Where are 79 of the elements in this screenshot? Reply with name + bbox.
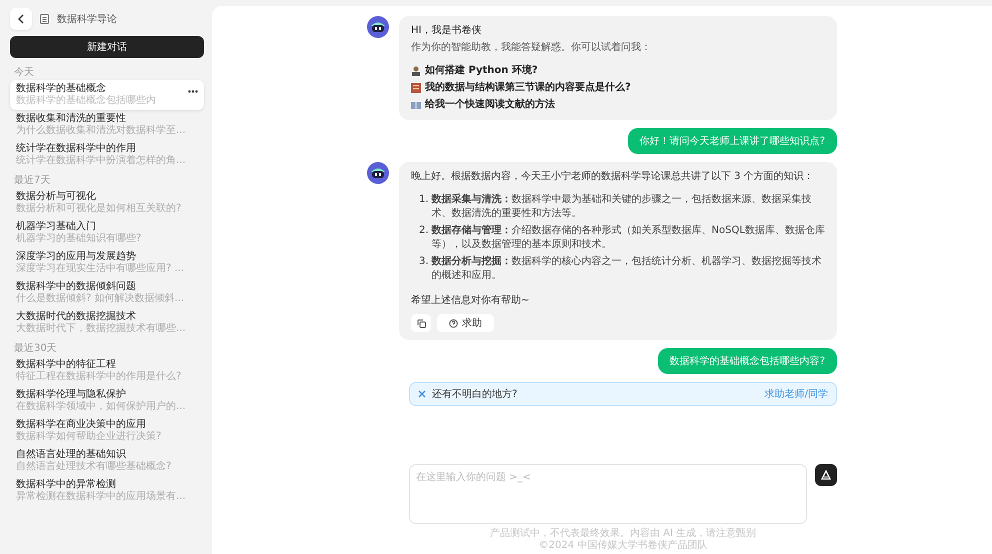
conversation-item[interactable]: 深度学习的应用与发展趋势 深度学习在现实生活中有哪些应用? ...: [10, 248, 204, 278]
closing-text: 希望上述信息对你有帮助~: [411, 294, 530, 308]
list-item-text: 数据分析与挖掘：数据科学的核心内容之一，包括统计分析、机器学习、数据挖掘等技术的概述和应用。: [432, 255, 823, 283]
help-prompt: 还有不明白的地方?: [432, 388, 518, 401]
conversation-preview: 统计学在数据科学中扮演着怎样的角...: [16, 155, 187, 167]
close-icon[interactable]: [418, 390, 426, 398]
help-button[interactable]: 求助: [437, 314, 494, 332]
list-number: 2.: [419, 224, 429, 238]
conversation-preview: 自然语言处理技术有哪些基础概念?: [16, 461, 172, 473]
intro-text: 作为你的智能助教，我能答疑解惑。你可以试着问我：: [411, 41, 652, 55]
answer-intro: 晚上好。根据数据内容，今天王小宁老师的数据科学导论课总共讲了以下 3 个方面的知识：: [411, 170, 815, 184]
conversation-item[interactable]: 数据科学中的数据倾斜问题 什么是数据倾斜? 如何解决数据倾斜...: [10, 278, 204, 308]
footer-note: ©2024 中国传媒大学书卷侠产品团队: [538, 540, 708, 552]
conversation-item[interactable]: 数据科学中的特征工程 特征工程在数据科学中的作用是什么?: [10, 356, 204, 386]
conversation-preview: 异常检测在数据科学中的应用场景有...: [16, 491, 187, 503]
user-message: 你好！请问今天老师上课讲了哪些知识点?: [628, 128, 837, 154]
conversation-item[interactable]: 大数据时代的数据挖掘技术 大数据时代下，数据挖掘技术有哪些...: [10, 308, 204, 338]
conversation-preview: 特征工程在数据科学中的作用是什么?: [16, 371, 182, 383]
conversation-preview: 数据科学如何帮助企业进行决策?: [16, 431, 162, 443]
conversation-item[interactable]: 统计学在数据科学中的作用 统计学在数据科学中扮演着怎样的角...: [10, 140, 204, 170]
conversation-title: 数据科学在商业决策中的应用: [16, 419, 146, 430]
list-item-text: 数据存储与管理：介绍数据存储的各种形式（如关系型数据库、NoSQL数据库、数据仓库等），以及数据管理的基本原则和技术。: [432, 224, 825, 252]
conversation-item[interactable]: 机器学习基础入门 机器学习的基础知识有哪些?: [10, 218, 204, 248]
conversation-item[interactable]: 数据分析与可视化 数据分析和可视化是如何相互关联的?: [10, 188, 204, 218]
conversation-preview: 在数据科学领域中，如何保护用户的...: [16, 401, 187, 413]
conversation-title: 机器学习基础入门: [16, 221, 96, 232]
open-book-icon: [411, 100, 421, 110]
conversation-title: 数据科学的基础概念: [16, 83, 106, 94]
conversation-preview: 数据分析和可视化是如何相互关联的?: [16, 203, 182, 215]
conversation-preview: 什么是数据倾斜? 如何解决数据倾斜...: [16, 293, 186, 305]
conversation-title: 数据科学中的数据倾斜问题: [16, 281, 136, 292]
back-icon: [17, 14, 25, 24]
back-button[interactable]: [10, 8, 32, 30]
suggested-question[interactable]: 给我一个快速阅读文献的方法: [425, 98, 555, 112]
copy-icon: [416, 318, 426, 328]
notebook-icon: [411, 83, 421, 93]
conversation-preview: 大数据时代下，数据挖掘技术有哪些...: [16, 323, 187, 335]
suggested-question[interactable]: 我的数据与结构课第三节课的内容要点是什么?: [425, 81, 631, 95]
conversation-item[interactable]: 数据收集和清洗的重要性 为什么数据收集和清洗对数据科学至...: [10, 110, 204, 140]
send-icon: [821, 470, 831, 480]
conversation-title: 数据科学中的特征工程: [16, 359, 116, 370]
list-number: 3.: [419, 255, 429, 269]
section-label: 最近30天: [14, 342, 58, 355]
conversation-item[interactable]: 数据科学中的异常检测 异常检测在数据科学中的应用场景有...: [10, 476, 204, 506]
question-circle-icon: [449, 318, 458, 328]
conversation-title: 自然语言处理的基础知识: [16, 449, 126, 460]
conversation-preview: 为什么数据收集和清洗对数据科学至...: [16, 125, 187, 137]
section-label: 今天: [14, 66, 35, 79]
list-item-text: 数据采集与清洗：数据科学中最为基础和关键的步骤之一，包括数据来源、数据采集技术、数据清洗的重要性和方法等。: [432, 193, 813, 221]
course-title: 数据科学导论: [57, 12, 117, 26]
greeting-text: HI，我是书卷侠: [411, 24, 482, 38]
conversation-preview: 机器学习的基础知识有哪些?: [16, 233, 142, 245]
conversation-title: 数据科学伦理与隐私保护: [16, 389, 126, 400]
conversation-item[interactable]: 数据科学的基础概念 数据科学的基础概念包括哪些内: [10, 80, 204, 110]
conversation-title: 数据分析与可视化: [16, 191, 96, 202]
suggested-question[interactable]: 如何搭建 Python 环境?: [425, 64, 538, 78]
conversation-preview: 深度学习在现实生活中有哪些应用? ...: [16, 263, 186, 275]
footer-note: 产品测试中，不代表最终效果。内容由 AI 生成，请注意甄别: [490, 528, 756, 540]
conversation-title: 统计学在数据科学中的作用: [16, 143, 136, 154]
section-label: 最近7天: [14, 174, 52, 187]
more-icon[interactable]: [188, 90, 198, 93]
question-input[interactable]: 在这里输入你的问题 >_<: [409, 464, 807, 524]
copy-button[interactable]: [411, 314, 431, 332]
conversation-title: 深度学习的应用与发展趋势: [16, 251, 136, 262]
send-button[interactable]: [815, 464, 837, 486]
conversation-item[interactable]: 数据科学伦理与隐私保护 在数据科学领域中，如何保护用户的...: [10, 386, 204, 416]
conversation-item[interactable]: 数据科学在商业决策中的应用 数据科学如何帮助企业进行决策?: [10, 416, 204, 446]
new-chat-button[interactable]: 新建对话: [10, 36, 204, 58]
person-icon: [411, 66, 421, 76]
list-number: 1.: [419, 193, 429, 207]
robot-avatar-icon: [367, 16, 389, 38]
conversation-preview: 数据科学的基础概念包括哪些内: [16, 95, 157, 107]
robot-avatar-icon: [367, 162, 389, 184]
conversation-title: 大数据时代的数据挖掘技术: [16, 311, 136, 322]
conversation-item[interactable]: 自然语言处理的基础知识 自然语言处理技术有哪些基础概念?: [10, 446, 204, 476]
document-icon: [40, 14, 49, 24]
user-message: 数据科学的基础概念包括哪些内容?: [658, 348, 837, 374]
conversation-title: 数据收集和清洗的重要性: [16, 113, 126, 124]
conversation-title: 数据科学中的异常检测: [16, 479, 116, 490]
